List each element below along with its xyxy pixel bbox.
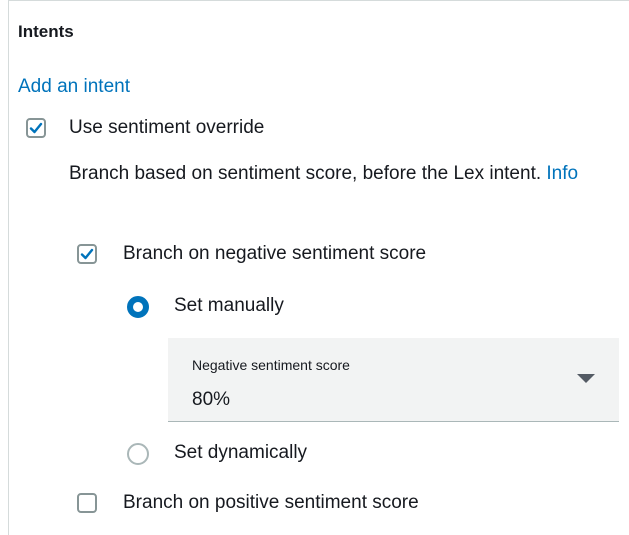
sentiment-override-description: Branch based on sentiment score, before … [69,159,589,188]
select-label: Negative sentiment score [192,357,350,373]
checkmark-icon [29,122,43,134]
positive-branch-checkbox[interactable] [77,493,97,513]
section-title: Intents [18,22,74,41]
set-dynamically-label: Set dynamically [174,442,308,463]
sentiment-override-checkbox[interactable] [26,118,46,138]
set-manually-label: Set manually [174,295,284,316]
checkmark-icon [80,248,94,260]
negative-branch-label: Branch on negative sentiment score [123,243,427,264]
caret-down-icon [577,374,595,383]
description-text: Branch based on sentiment score, before … [69,163,542,184]
sentiment-override-label: Use sentiment override [69,117,265,138]
negative-branch-checkbox[interactable] [77,244,97,264]
select-value: 80% [192,389,231,410]
add-intent-link[interactable]: Add an intent [18,76,130,98]
info-link[interactable]: Info [546,163,578,184]
set-manually-radio[interactable] [127,296,149,318]
set-dynamically-radio[interactable] [127,443,149,465]
negative-score-select[interactable]: Negative sentiment score 80% [168,338,619,422]
positive-branch-label: Branch on positive sentiment score [123,492,419,513]
